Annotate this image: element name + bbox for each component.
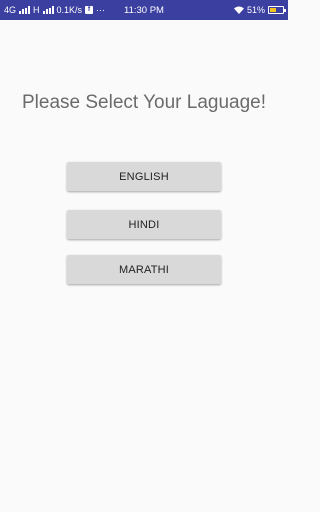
more-notifications-icon: ···: [96, 5, 106, 15]
battery-fill: [270, 8, 277, 12]
page-title: Please Select Your Laguage!: [21, 92, 267, 113]
status-bar-left: 4G H 0.1K/s f ···: [4, 5, 105, 15]
signal-icon: [19, 6, 31, 14]
signal-2-icon: [42, 6, 54, 14]
hindi-button[interactable]: HINDI: [67, 210, 221, 239]
network-speed: 0.1K/s: [56, 5, 83, 15]
battery-icon: [268, 6, 286, 14]
marathi-button[interactable]: MARATHI: [67, 255, 221, 284]
status-bar: 4G H 0.1K/s f ··· 11:30 PM 51%: [0, 0, 288, 20]
facebook-icon: f: [85, 6, 94, 14]
battery-percent: 51%: [246, 5, 265, 15]
network-type-label: 4G: [4, 5, 17, 15]
network-type-2-label: H: [33, 5, 40, 15]
wifi-icon: [233, 6, 244, 14]
english-button[interactable]: ENGLISH: [67, 162, 221, 191]
status-time: 11:30 PM: [124, 4, 164, 16]
status-bar-right: 51%: [233, 5, 286, 15]
